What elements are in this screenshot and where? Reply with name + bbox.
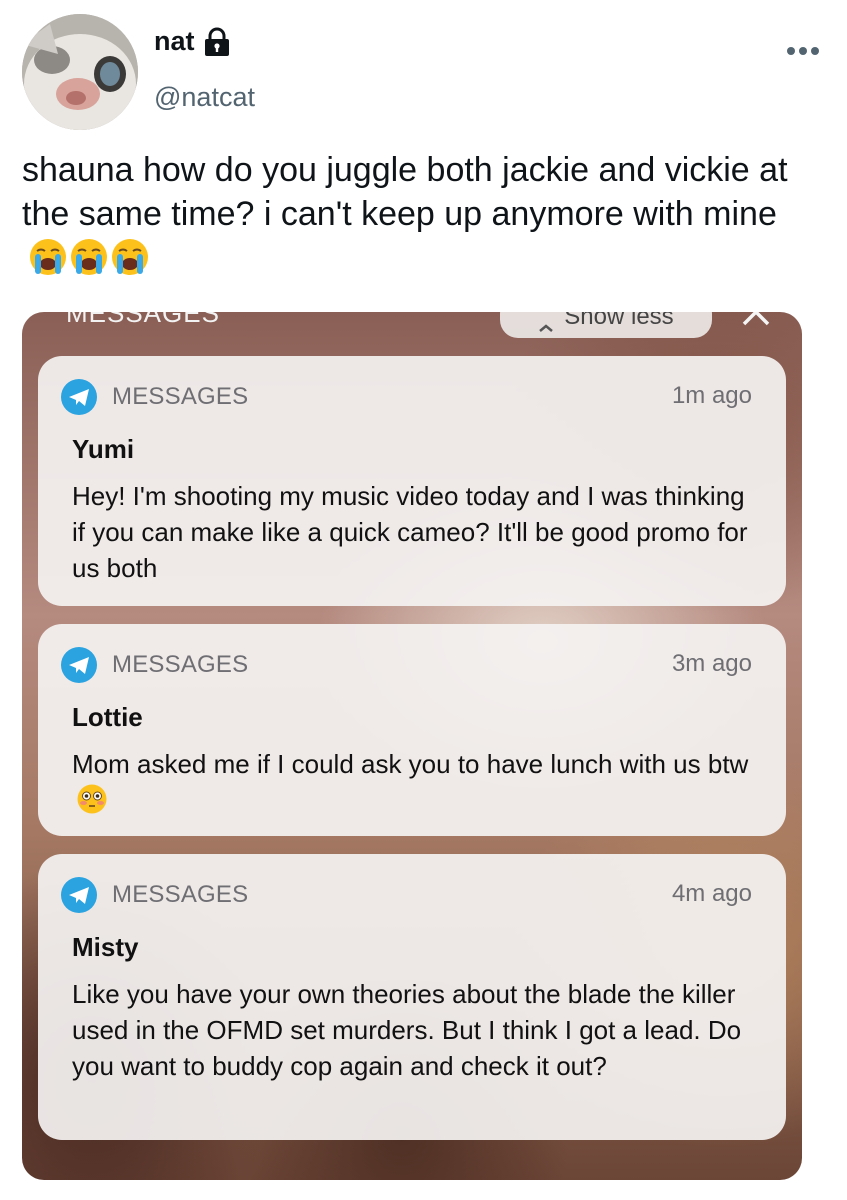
loudly-crying-face-icon [69,237,109,277]
more-options-icon[interactable] [785,44,821,56]
notification-body: Mom asked me if I could ask you to have … [72,746,752,818]
notification-card[interactable]: MESSAGES 1m ago Yumi Hey! I'm shooting m… [38,356,786,606]
display-name[interactable]: nat [154,26,195,57]
telegram-app-icon [60,876,98,914]
telegram-app-icon [60,378,98,416]
notification-sender: Lottie [72,702,143,732]
show-less-button[interactable]: Show less [500,312,712,338]
tweet-text: shauna how do you juggle both jackie and… [22,148,822,280]
app-label: MESSAGES [112,651,249,678]
notification-app: MESSAGES [60,378,248,416]
user-handle[interactable]: @natcat [154,82,255,113]
notification-app: MESSAGES [60,876,248,914]
notification-sender: Misty [72,932,139,962]
name-row: nat [154,26,231,57]
notification-card[interactable]: MESSAGES 4m ago Misty Like you have your… [38,854,786,1140]
notification-sender: Yumi [72,434,135,464]
attached-screenshot[interactable]: MESSAGES Show less MESSAGES 1m ago Yumi … [22,312,802,1180]
show-less-label: Show less [564,312,674,330]
telegram-app-icon [60,646,98,684]
app-label: MESSAGES [112,881,249,908]
loudly-crying-face-icon [28,237,68,277]
notification-time: 1m ago [671,382,752,409]
loudly-crying-face-icon [110,237,150,277]
lock-icon [203,27,231,57]
notification-body: Hey! I'm shooting my music video today a… [72,481,748,583]
app-label: MESSAGES [112,383,249,410]
notification-app: MESSAGES [60,646,248,684]
avatar[interactable] [22,14,138,130]
notification-card[interactable]: MESSAGES 3m ago Lottie Mom asked me if I… [38,624,786,836]
emoji-row [28,237,150,277]
notification-body: Like you have your own theories about th… [72,979,742,1081]
notification-group-label: MESSAGES [66,312,220,328]
tweet-text-content: shauna how do you juggle both jackie and… [22,151,788,233]
notification-time: 3m ago [671,650,752,677]
notification-time: 4m ago [671,880,752,907]
flushed-face-icon [76,783,108,815]
notification-group-header: MESSAGES Show less [22,312,802,338]
notification-body-text: Mom asked me if I could ask you to have … [72,749,749,779]
chevron-up-icon [538,312,554,332]
close-icon[interactable] [740,312,772,328]
tweet-header: nat @natcat [0,0,847,140]
